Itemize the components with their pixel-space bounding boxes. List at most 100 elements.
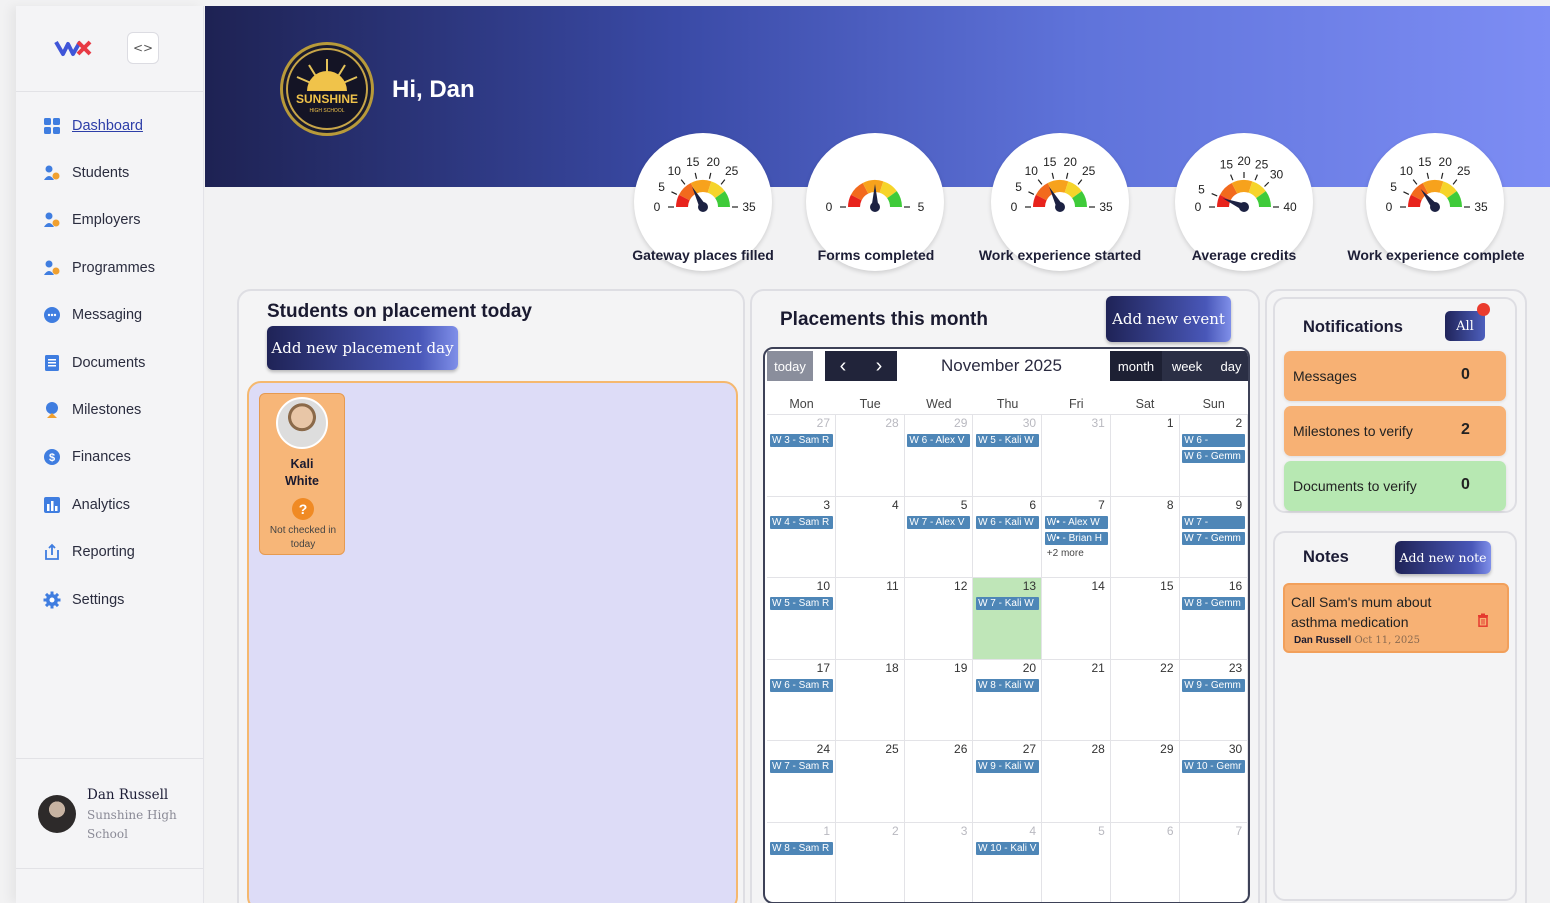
calendar-day-cell[interactable]: 12 [904,577,974,660]
calendar-day-cell[interactable]: 3 [904,822,974,902]
calendar-day-cell[interactable]: 2 [835,822,905,902]
calendar-day-cell[interactable]: 1 [1110,414,1180,496]
collapse-sidebar-button[interactable]: <> [127,32,159,64]
calendar-day-cell[interactable]: 15 [1110,577,1180,660]
calendar-day-cell[interactable]: 14 [1041,577,1111,660]
calendar-event[interactable]: W 7 - Kali W [976,597,1040,611]
calendar-event[interactable]: W• - Brian H [1044,531,1108,545]
calendar-day-cell[interactable]: 21 [1041,658,1111,741]
calendar-day-cell[interactable]: 19 [904,658,974,741]
calendar-day-cell[interactable]: 10 W 5 - Sam R [767,577,836,660]
day-number: 12 [954,579,968,594]
calendar-event[interactable]: W 7 - Alex V [907,515,971,529]
calendar-month-title: November 2025 [941,356,1062,375]
calendar-day-cell[interactable]: 7 [1179,822,1248,902]
calendar-event[interactable]: W 10 - Kali V [976,842,1040,855]
calendar-event[interactable]: W 3 - Sam R [770,434,833,447]
notification-label: Messages [1293,368,1357,384]
calendar-day-cell[interactable]: 28 [835,414,905,496]
sidebar-item-finances[interactable]: $ Finances [16,434,203,481]
calendar-day-cell[interactable]: 9 W 7 - W 7 - Gemm [1179,495,1248,578]
calendar-event[interactable]: W 9 - Kali W [976,760,1040,774]
calendar-event[interactable]: W 6 - Gemm [1182,450,1246,463]
calendar-event[interactable]: W 10 - Gemr [1182,760,1246,774]
note-card[interactable]: Call Sam's mum about asthma medication D… [1283,583,1509,653]
calendar-day-cell[interactable]: 24 W 7 - Sam R [767,740,836,823]
calendar-event[interactable]: W 9 - Gemm [1182,678,1246,692]
calendar-day-cell[interactable]: 18 [835,658,905,741]
delete-note-icon[interactable] [1477,613,1489,627]
calendar-event[interactable]: W 8 - Gemm [1182,597,1246,611]
calendar-day-cell[interactable]: 27 W 3 - Sam R [767,414,836,496]
more-events-link[interactable]: +2 more [1047,548,1084,559]
calendar-event[interactable]: W 8 - Kali W [976,678,1040,692]
calendar-event[interactable]: W• - Alex W [1044,515,1108,529]
calendar-event[interactable]: W 5 - Sam R [770,597,833,611]
add-new-note-button[interactable]: Add new note [1395,541,1491,574]
sidebar-item-students[interactable]: Students [16,149,203,196]
calendar-event[interactable]: W 7 - [1182,515,1246,529]
calendar-day-cell[interactable]: 8 [1110,495,1180,578]
calendar-day-cell[interactable]: 4 W 10 - Kali V [973,822,1043,902]
calendar-next-button[interactable]: › [861,351,897,381]
calendar-event[interactable]: W 5 - Kali W [976,434,1040,447]
calendar-day-cell[interactable]: 13 W 7 - Kali W [973,577,1043,660]
calendar-day-cell[interactable]: 26 [904,740,974,823]
calendar-day-cell[interactable]: 28 [1041,740,1111,823]
calendar-view-month[interactable]: month [1110,351,1162,381]
calendar-view-day[interactable]: day [1212,351,1248,381]
sidebar-item-milestones[interactable]: Milestones [16,386,203,433]
calendar-day-cell[interactable]: 27 W 9 - Kali W [973,740,1043,823]
calendar-day-cell[interactable]: 6 [1110,822,1180,902]
sidebar-item-settings[interactable]: Settings [16,576,203,623]
notification-milestones-to-verify[interactable]: Milestones to verify 2 [1284,406,1506,456]
calendar-event[interactable]: W 7 - Sam R [770,760,833,774]
calendar-day-cell[interactable]: 31 [1041,414,1111,496]
calendar-day-cell[interactable]: 29 [1110,740,1180,823]
calendar-day-cell[interactable]: 1 W 8 - Sam R [767,822,836,902]
sidebar-item-reporting[interactable]: Reporting [16,529,203,576]
sidebar-item-messaging[interactable]: Messaging [16,292,203,339]
calendar-event[interactable]: W 4 - Sam R [770,515,833,529]
sidebar-item-dashboard[interactable]: Dashboard [16,102,203,149]
calendar-day-cell[interactable]: 20 W 8 - Kali W [973,658,1043,741]
calendar-event[interactable]: W 6 - Sam R [770,678,833,692]
sidebar-item-programmes[interactable]: Programmes [16,244,203,291]
add-new-event-button[interactable]: Add new event [1106,296,1231,342]
calendar-day-cell[interactable]: 6 W 6 - Kali W [973,495,1043,578]
add-placement-day-button[interactable]: Add new placement day [267,326,458,370]
calendar-prev-button[interactable]: ‹ [825,351,861,381]
calendar-day-cell[interactable]: 23 W 9 - Gemm [1179,658,1248,741]
calendar-day-cell[interactable]: 11 [835,577,905,660]
calendar-day-cell[interactable]: 16 W 8 - Gemm [1179,577,1248,660]
gauge-tick-label: 5 [918,200,925,214]
user-card[interactable]: Dan Russell Sunshine High School [16,759,203,869]
sidebar-item-analytics[interactable]: Analytics [16,481,203,528]
calendar-event[interactable]: W 8 - Sam R [770,842,833,855]
calendar-event[interactable]: W 6 - Alex V [907,434,971,447]
calendar-event[interactable]: W 6 - [1182,434,1246,447]
calendar-day-cell[interactable]: 25 [835,740,905,823]
sidebar-item-documents[interactable]: Documents [16,339,203,386]
notifications-all-button[interactable]: All [1445,311,1485,341]
app-logo[interactable] [54,36,92,60]
calendar-day-cell[interactable]: 17 W 6 - Sam R [767,658,836,741]
calendar-event[interactable]: W 7 - Gemm [1182,531,1246,545]
notification-documents-to-verify[interactable]: Documents to verify 0 [1284,461,1506,511]
calendar-day-cell[interactable]: 2 W 6 - W 6 - Gemm [1179,414,1248,496]
student-card[interactable]: Kali White ? Not checked in today [259,393,345,555]
calendar-today-button[interactable]: today [767,351,813,381]
calendar-day-cell[interactable]: 3 W 4 - Sam R [767,495,836,578]
calendar-day-cell[interactable]: 30 W 10 - Gemr [1179,740,1248,823]
calendar-day-cell[interactable]: 5 W 7 - Alex V [904,495,974,578]
calendar-day-cell[interactable]: 4 [835,495,905,578]
calendar-day-cell[interactable]: 7 W• - Alex W W• - Brian H +2 more [1041,495,1111,578]
notification-messages[interactable]: Messages 0 [1284,351,1506,401]
calendar-day-cell[interactable]: 30 W 5 - Kali W [973,414,1043,496]
calendar-day-cell[interactable]: 22 [1110,658,1180,741]
calendar-day-cell[interactable]: 29 W 6 - Alex V [904,414,974,496]
calendar-view-week[interactable]: week [1162,351,1212,381]
sidebar-item-employers[interactable]: Employers [16,197,203,244]
calendar-event[interactable]: W 6 - Kali W [976,515,1040,529]
calendar-day-cell[interactable]: 5 [1041,822,1111,902]
